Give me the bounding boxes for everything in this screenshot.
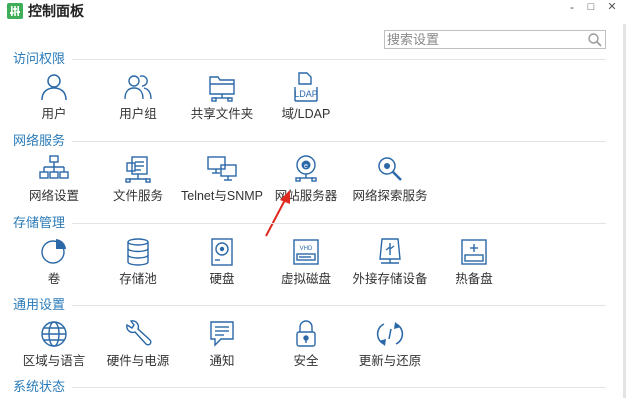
- hard-disk-icon: [207, 237, 237, 267]
- item-volume[interactable]: 卷: [12, 237, 96, 295]
- section-divider: [72, 305, 606, 306]
- volume-icon: [39, 237, 69, 267]
- item-network-discovery[interactable]: 网络探索服务: [348, 154, 432, 212]
- section-title-network: 网络服务: [13, 133, 66, 148]
- globe-icon: [39, 319, 69, 349]
- section-title-system-status: 系统状态: [13, 379, 66, 394]
- shared-folder-icon: [207, 72, 237, 102]
- item-shared-folder[interactable]: 共享文件夹: [180, 72, 264, 130]
- item-region-language[interactable]: 区域与语言: [12, 319, 96, 377]
- ldap-icon: LDAP: [291, 72, 321, 102]
- svg-text:e: e: [304, 163, 308, 170]
- lock-icon: [291, 319, 321, 349]
- title-bar: 控制面板 - □ ✕: [0, 0, 627, 24]
- item-ldap[interactable]: LDAP 域/LDAP: [264, 72, 348, 130]
- item-label: 更新与还原: [358, 354, 422, 368]
- annotation-arrow: [265, 190, 290, 237]
- user-group-icon: [123, 72, 153, 102]
- item-label: 热备盘: [455, 272, 493, 286]
- item-update-restore[interactable]: 更新与还原: [348, 319, 432, 377]
- section-divider: [72, 387, 606, 388]
- item-network-settings[interactable]: 网络设置: [12, 154, 96, 212]
- item-label: 网络探索服务: [352, 189, 428, 203]
- item-storage-pool[interactable]: 存储池: [96, 237, 180, 295]
- usb-storage-icon: [375, 237, 405, 267]
- item-file-service[interactable]: 文件服务: [96, 154, 180, 212]
- item-external-storage[interactable]: 外接存储设备: [348, 237, 432, 295]
- web-server-icon: e: [291, 154, 321, 184]
- storage-pool-icon: [123, 237, 153, 267]
- close-button[interactable]: ✕: [598, 0, 626, 20]
- virtual-disk-icon: VHD: [291, 237, 321, 267]
- item-hot-spare[interactable]: 热备盘: [432, 237, 516, 295]
- section-divider: [72, 59, 606, 60]
- scrollbar-thumb[interactable]: [623, 24, 626, 398]
- item-notification[interactable]: 通知: [180, 319, 264, 377]
- item-security[interactable]: 安全: [264, 319, 348, 377]
- search-icon[interactable]: [587, 32, 603, 53]
- item-hardware-power[interactable]: 硬件与电源: [96, 319, 180, 377]
- item-user-group[interactable]: 用户组: [96, 72, 180, 130]
- search-input[interactable]: [385, 31, 583, 48]
- file-service-icon: [123, 154, 153, 184]
- notification-icon: [207, 319, 237, 349]
- network-icon: [39, 154, 69, 184]
- item-telnet-snmp[interactable]: Telnet与SNMP: [180, 154, 264, 212]
- item-hard-disk[interactable]: 硬盘: [180, 237, 264, 295]
- vertical-scrollbar[interactable]: [622, 24, 627, 398]
- section-divider: [72, 141, 606, 142]
- section-divider: [72, 223, 606, 224]
- refresh-icon: [375, 319, 405, 349]
- user-icon: [39, 72, 69, 102]
- svg-text:LDAP: LDAP: [294, 89, 318, 99]
- svg-text:VHD: VHD: [300, 246, 313, 252]
- wrench-icon: [123, 319, 153, 349]
- control-panel-app-icon: [7, 3, 23, 19]
- item-label: 域/LDAP: [281, 107, 331, 121]
- hot-spare-icon: [459, 237, 489, 267]
- network-discovery-icon: [375, 154, 405, 184]
- item-virtual-disk[interactable]: VHD 虚拟磁盘: [264, 237, 348, 295]
- item-user[interactable]: 用户: [12, 72, 96, 130]
- telnet-icon: [207, 154, 237, 184]
- search-box: [384, 30, 606, 49]
- window-title: 控制面板: [28, 3, 84, 19]
- section-title-storage: 存储管理: [13, 215, 66, 230]
- section-title-access: 访问权限: [13, 51, 66, 66]
- section-title-general: 通用设置: [13, 297, 66, 312]
